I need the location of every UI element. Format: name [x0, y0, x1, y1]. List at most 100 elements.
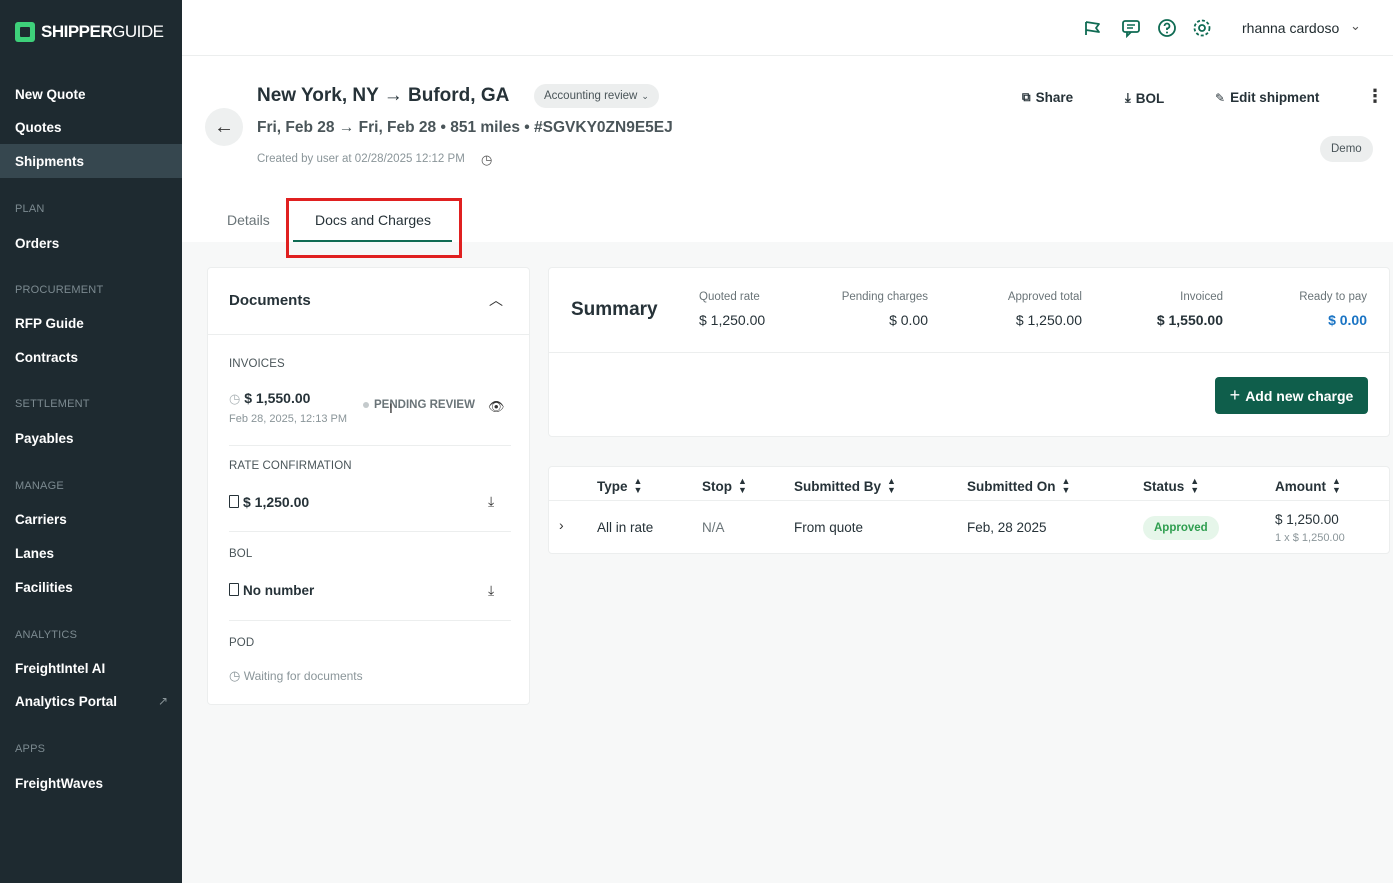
- column-header-submitted-on[interactable]: Submitted On ▲ ▼: [967, 477, 1070, 495]
- column-header-label: Submitted On: [967, 478, 1056, 494]
- download-icon[interactable]: ⤓: [488, 493, 494, 510]
- sidebar-item-quotes[interactable]: Quotes: [0, 110, 182, 144]
- pod-section-label: POD: [229, 637, 255, 649]
- download-icon: ⤓: [1125, 90, 1131, 105]
- invoice-amount[interactable]: ◷ $ 1,550.00: [229, 390, 310, 407]
- share-label: Share: [1035, 90, 1074, 105]
- invoice-status: PENDING REVIEW: [363, 399, 475, 411]
- chat-icon[interactable]: [1121, 18, 1141, 38]
- sort-icon: ▲ ▼: [1190, 476, 1200, 495]
- rate-confirmation-section-label: RATE CONFIRMATION: [229, 460, 352, 472]
- add-new-charge-label: Add new charge: [1245, 387, 1354, 404]
- column-header-status[interactable]: Status ▲ ▼: [1143, 477, 1199, 495]
- chevron-down-icon: ⌄: [641, 90, 649, 101]
- file-icon: [229, 583, 239, 596]
- sidebar-section-apps: APPS: [15, 743, 46, 755]
- sidebar-item-analytics-portal[interactable]: Analytics Portal ↗: [0, 684, 182, 718]
- sidebar-item-rfp-guide[interactable]: RFP Guide: [0, 306, 182, 340]
- divider: [208, 334, 529, 335]
- sidebar-section-manage: MANAGE: [15, 480, 64, 492]
- sidebar-item-facilities[interactable]: Facilities: [0, 570, 182, 604]
- more-options-icon[interactable]: ⋮: [1366, 86, 1384, 107]
- bol-document[interactable]: No number: [229, 583, 314, 598]
- file-icon: [229, 495, 239, 508]
- cell-type: All in rate: [597, 520, 654, 535]
- column-header-label: Stop: [702, 478, 732, 494]
- rate-confirmation-document[interactable]: $ 1,250.00: [229, 494, 309, 510]
- sidebar-item-new-quote[interactable]: New Quote: [0, 77, 182, 111]
- plus-icon: +: [1229, 385, 1241, 405]
- summary-header: Summary Quoted rate $ 1,250.00 Pending c…: [549, 268, 1389, 353]
- cell-amount: $ 1,250.00: [1275, 512, 1339, 527]
- sidebar: SHIPPERGUIDE New Quote Quotes Shipments …: [0, 0, 182, 883]
- brand-name-bold: SHIPPER: [41, 22, 113, 41]
- demo-badge: Demo: [1320, 136, 1373, 162]
- download-icon[interactable]: ⤓: [488, 582, 494, 599]
- metric-pending-charges: Pending charges $ 0.00: [842, 291, 928, 328]
- sort-icon: ▲ ▼: [738, 476, 747, 495]
- back-button[interactable]: ←: [205, 108, 243, 146]
- invoice-amount-value: $ 1,550.00: [244, 390, 311, 406]
- sort-icon: ▲ ▼: [1332, 476, 1341, 495]
- sort-icon: ▲ ▼: [1061, 476, 1071, 495]
- bol-button[interactable]: ⤓ BOL: [1125, 90, 1164, 106]
- metric-invoiced: Invoiced $ 1,550.00: [1157, 291, 1223, 328]
- pencil-icon: ✎: [1215, 90, 1226, 105]
- sidebar-item-shipments[interactable]: Shipments: [0, 144, 182, 178]
- sidebar-item-contracts[interactable]: Contracts: [0, 340, 182, 374]
- metric-value: $ 0.00: [889, 312, 928, 328]
- column-header-amount[interactable]: Amount ▲ ▼: [1275, 477, 1341, 495]
- shipment-subline: Fri, Feb 28 → Fri, Feb 28 • 851 miles • …: [257, 119, 673, 136]
- invoices-section-label: INVOICES: [229, 358, 285, 370]
- cell-submitted-by: From quote: [794, 520, 864, 535]
- brand-logo[interactable]: SHIPPERGUIDE: [15, 22, 164, 42]
- chevron-down-icon[interactable]: ⌄: [1350, 18, 1361, 34]
- divider: [549, 500, 1389, 501]
- external-link-icon: ↗: [157, 694, 168, 708]
- cell-submitted-on: Feb, 28 2025: [967, 520, 1047, 535]
- sidebar-item-payables[interactable]: Payables: [0, 421, 182, 455]
- edit-shipment-button[interactable]: ✎ Edit shipment: [1215, 90, 1319, 105]
- clock-icon: ◷: [229, 668, 241, 683]
- divider: [229, 620, 511, 621]
- metric-label: Quoted rate: [699, 291, 760, 303]
- sidebar-section-plan: PLAN: [15, 203, 45, 215]
- user-menu-name[interactable]: rhanna cardoso: [1242, 20, 1339, 36]
- status-label: Accounting review: [544, 90, 638, 102]
- column-header-submitted-by[interactable]: Submitted By ▲ ▼: [794, 477, 896, 495]
- bol-label: BOL: [1135, 90, 1165, 106]
- sidebar-section-settlement: SETTLEMENT: [15, 398, 90, 410]
- metric-quoted-rate: Quoted rate $ 1,250.00: [699, 291, 765, 328]
- status-dot-icon: [363, 402, 369, 408]
- sidebar-item-orders[interactable]: Orders: [0, 226, 182, 260]
- divider: [229, 531, 511, 532]
- rate-confirmation-amount: $ 1,250.00: [243, 494, 310, 510]
- clock-icon: ◷: [229, 391, 241, 406]
- gear-icon[interactable]: [1192, 18, 1212, 38]
- eye-icon[interactable]: 👁: [488, 399, 505, 415]
- column-header-stop[interactable]: Stop ▲ ▼: [702, 477, 747, 495]
- sidebar-item-label: Analytics Portal: [15, 693, 118, 709]
- status-dropdown[interactable]: Accounting review ⌄: [534, 84, 659, 108]
- column-header-type[interactable]: Type ▲ ▼: [597, 477, 642, 495]
- text-cursor-icon: I: [389, 400, 393, 416]
- copy-icon: ⧉: [1022, 90, 1031, 104]
- sidebar-section-analytics: ANALYTICS: [15, 629, 78, 641]
- tab-details[interactable]: Details: [227, 212, 270, 228]
- help-icon[interactable]: [1157, 18, 1177, 38]
- column-header-label: Amount: [1275, 478, 1326, 494]
- pod-status: ◷ Waiting for documents: [229, 668, 363, 684]
- sidebar-item-freightwaves[interactable]: FreightWaves: [0, 766, 182, 800]
- sidebar-item-lanes[interactable]: Lanes: [0, 536, 182, 570]
- sidebar-item-freightintel-ai[interactable]: FreightIntel AI: [0, 651, 182, 685]
- share-button[interactable]: ⧉ Share: [1022, 90, 1073, 105]
- brand-name-light: GUIDE: [112, 22, 164, 41]
- history-icon[interactable]: ◷: [481, 152, 492, 168]
- chevron-right-icon[interactable]: ›: [559, 517, 564, 533]
- column-header-label: Type: [597, 478, 628, 494]
- chevron-up-icon[interactable]: ︿: [489, 290, 503, 310]
- summary-title: Summary: [571, 299, 658, 320]
- megaphone-icon[interactable]: [1083, 18, 1103, 38]
- sidebar-item-carriers[interactable]: Carriers: [0, 502, 182, 536]
- add-new-charge-button[interactable]: + Add new charge: [1215, 377, 1368, 414]
